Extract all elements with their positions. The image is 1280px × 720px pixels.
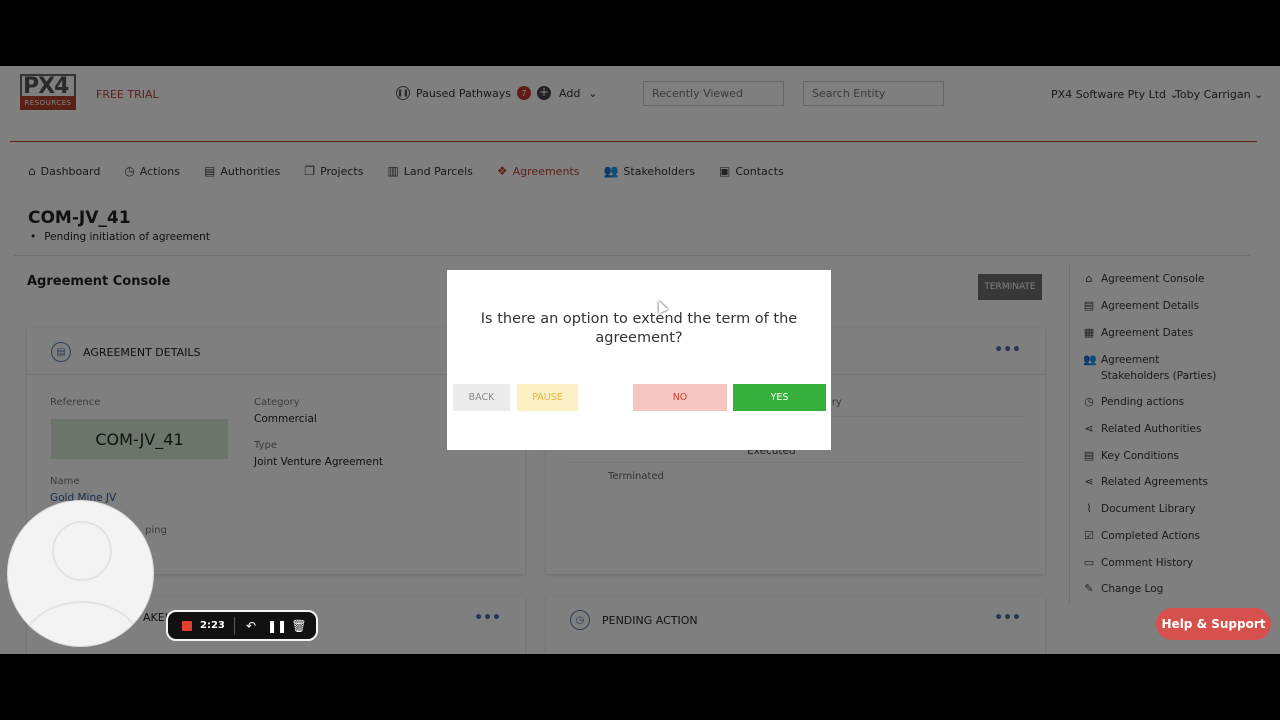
app-window: PX4 RESOURCES FREE TRIAL ❚❚ Paused Pathw… [0, 66, 1280, 654]
webcam-avatar [7, 500, 154, 647]
question-dialog: Is there an option to extend the term of… [447, 270, 831, 450]
recording-toolbar: 2:23 ↶ ❚❚ 🗑 [166, 610, 318, 641]
avatar-shoulders-shape [22, 601, 142, 646]
no-button[interactable]: NO [633, 384, 727, 411]
trash-icon[interactable]: 🗑 [291, 619, 307, 633]
yes-button[interactable]: YES [733, 384, 826, 411]
stop-recording-icon[interactable] [182, 620, 192, 631]
avatar-head-shape [52, 521, 112, 581]
dialog-question: Is there an option to extend the term of… [480, 311, 798, 346]
undo-icon[interactable]: ↶ [243, 619, 259, 633]
toolbar-divider [234, 616, 235, 635]
back-button[interactable]: BACK [453, 384, 510, 411]
pause-button[interactable]: PAUSE [517, 384, 578, 411]
help-support-button[interactable]: Help & Support [1156, 608, 1271, 640]
pause-icon[interactable]: ❚❚ [267, 619, 287, 633]
recording-time: 2:23 [200, 620, 225, 631]
